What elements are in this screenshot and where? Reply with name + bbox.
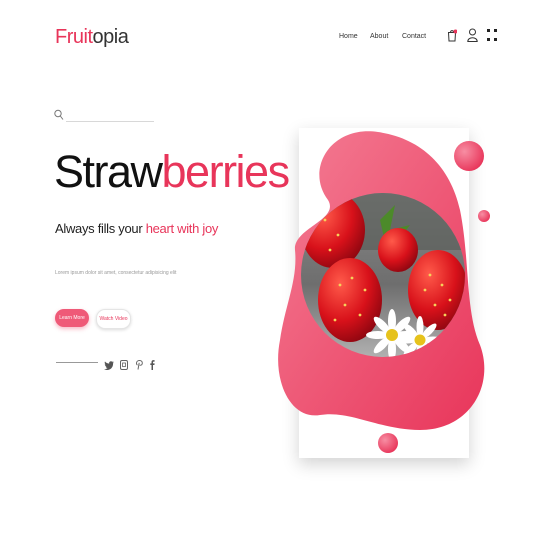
hero-subtitle-part1: Always fills your — [55, 221, 146, 236]
instagram-icon[interactable] — [120, 357, 128, 375]
pink-ball-small — [478, 210, 490, 222]
hero-title-part1: Straw — [54, 146, 163, 197]
hero-body-text: Lorem ipsum dolor sit amet, consectetur … — [55, 270, 177, 276]
logo-part-fruit: Fruit — [55, 26, 93, 48]
hero-illustration — [278, 131, 490, 453]
logo-part-opia: opia — [92, 26, 129, 48]
brand-logo[interactable]: Fruitopia — [55, 26, 129, 49]
pinterest-icon[interactable] — [135, 357, 143, 375]
nav-contact[interactable]: Contact — [402, 33, 426, 40]
nav-home[interactable]: Home — [339, 33, 358, 40]
twitter-icon[interactable] — [104, 357, 114, 375]
pink-ball-large — [454, 141, 484, 171]
learn-more-button[interactable]: Learn More — [55, 309, 89, 327]
search-input[interactable] — [66, 111, 154, 122]
user-icon[interactable] — [467, 28, 478, 42]
pink-ball-bottom — [378, 433, 398, 453]
hero-subtitle: Always fills your heart with joy — [55, 221, 218, 236]
nav-about[interactable]: About — [370, 33, 388, 40]
grid-menu-icon[interactable] — [487, 29, 497, 41]
facebook-icon[interactable] — [150, 357, 155, 375]
hero-subtitle-part2: heart with joy — [145, 221, 219, 236]
hero-title: Strawberries — [54, 146, 290, 197]
bag-icon[interactable] — [447, 29, 457, 42]
watch-video-button[interactable]: Watch Video — [96, 309, 131, 329]
social-divider — [56, 362, 98, 363]
search-icon[interactable] — [54, 108, 64, 126]
